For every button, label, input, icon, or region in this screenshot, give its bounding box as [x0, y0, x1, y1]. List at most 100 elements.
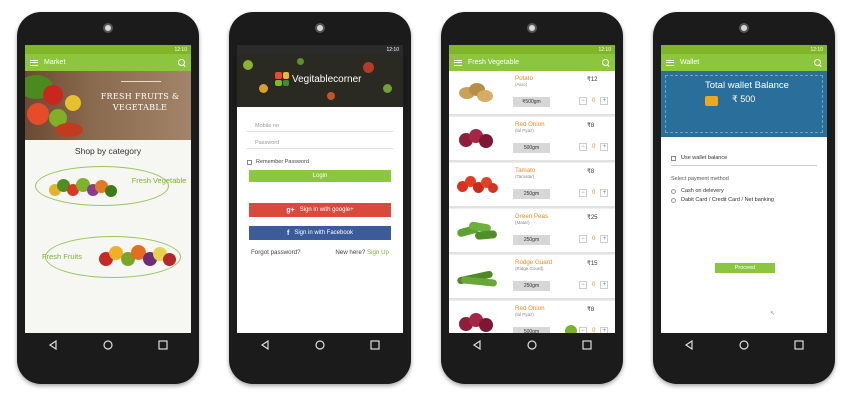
quantity-stepper[interactable]: − 0 +: [579, 97, 609, 105]
product-row[interactable]: Red Onion (lal Pyaz) ₹8 500gm − 0 +: [449, 301, 615, 333]
recents-icon[interactable]: [158, 340, 168, 350]
cod-option[interactable]: Cash on delevery: [671, 188, 817, 194]
wallet-balance-card: Total wallet Balance ₹ 500: [661, 71, 827, 137]
vegetable-pile-image[interactable]: [49, 176, 119, 200]
product-local-name: (Ridge Gourd): [515, 266, 544, 271]
home-icon[interactable]: [527, 340, 537, 350]
use-wallet-checkbox[interactable]: [671, 155, 676, 161]
quantity-stepper[interactable]: − 0 +: [579, 189, 609, 197]
product-local-name: (lal Pyaz): [515, 312, 534, 317]
wallet-balance-title: Total wallet Balance: [705, 80, 789, 91]
minus-button[interactable]: −: [579, 97, 587, 105]
cod-radio[interactable]: [671, 188, 676, 194]
product-name: Red Onion: [515, 305, 545, 312]
back-icon[interactable]: [48, 340, 58, 350]
remember-password-row[interactable]: Remember Password: [247, 159, 393, 165]
product-row[interactable]: Rodge Guard (Ridge Gourd) ₹15 250gm − 0 …: [449, 255, 615, 299]
search-icon[interactable]: [602, 58, 610, 67]
card-radio[interactable]: [671, 197, 676, 203]
product-row[interactable]: Tamato (Tamatar) ₹8 250gm − 0 +: [449, 163, 615, 207]
plus-button[interactable]: +: [600, 235, 609, 243]
forgot-password-link[interactable]: Forgot password?: [251, 249, 301, 256]
minus-button[interactable]: −: [579, 143, 587, 151]
password-input[interactable]: Password: [247, 132, 393, 149]
card-label: Dabit Card / Credit Card / Net banking: [681, 197, 774, 203]
recents-icon[interactable]: [370, 340, 380, 350]
wallet-icon: [705, 96, 718, 106]
hero-banner: FRESH FRUITS & VEGETABLE: [25, 71, 191, 140]
item-count: 0: [592, 282, 596, 288]
fruit-pile-image[interactable]: [99, 244, 179, 270]
product-local-name: (Tamatar): [515, 174, 535, 179]
quantity-stepper[interactable]: − 0 +: [579, 143, 609, 151]
red-onion-image: [457, 311, 497, 333]
product-price: ₹8: [587, 169, 595, 175]
item-count: 0: [592, 236, 596, 242]
facebook-signin-button[interactable]: f Sign in with Facebook: [249, 226, 391, 240]
banner-title: FRESH FRUITS & VEGETABLE: [100, 92, 180, 112]
product-local-name: (lal Pyaz): [515, 128, 534, 133]
plus-button[interactable]: +: [600, 189, 609, 197]
back-icon[interactable]: [472, 340, 482, 350]
menu-icon[interactable]: [30, 59, 38, 66]
search-icon[interactable]: [814, 58, 822, 67]
facebook-icon: f: [286, 229, 290, 237]
search-icon[interactable]: [178, 58, 186, 67]
quantity-stepper[interactable]: − 0 +: [579, 235, 609, 243]
red-onion-image: [457, 127, 497, 151]
quantity-select[interactable]: ₹500gm: [513, 97, 550, 107]
camera-icon: [739, 23, 749, 33]
new-here-label: New here?: [335, 249, 366, 256]
menu-icon[interactable]: [666, 59, 674, 66]
card-option[interactable]: Dabit Card / Credit Card / Net banking: [671, 197, 817, 203]
product-name: Potato: [515, 75, 533, 82]
cart-fab-icon[interactable]: [565, 325, 577, 333]
quantity-select[interactable]: 500gm: [513, 143, 550, 153]
minus-button[interactable]: −: [579, 189, 587, 197]
home-icon[interactable]: [315, 340, 325, 350]
menu-icon[interactable]: [454, 59, 462, 66]
back-icon[interactable]: [684, 340, 694, 350]
home-icon[interactable]: [103, 340, 113, 350]
product-row[interactable]: Potato (Aloo) ₹12 ₹500gm − 0 +: [449, 71, 615, 115]
logo-icon: [275, 72, 289, 86]
quantity-select[interactable]: 250gm: [513, 281, 550, 291]
product-price: ₹8: [587, 123, 595, 129]
plus-button[interactable]: +: [600, 143, 609, 151]
status-time: 12:10: [386, 46, 399, 53]
status-time: 12:10: [174, 46, 187, 53]
mobile-input[interactable]: Mobile no: [247, 115, 393, 132]
wallet-screen: 12:10 Wallet Total wallet Balance ₹ 500 …: [661, 45, 827, 333]
recents-icon[interactable]: [582, 340, 592, 350]
item-count: 0: [592, 98, 596, 104]
product-row[interactable]: Red Onion (lal Pyaz) ₹8 500gm − 0 +: [449, 117, 615, 161]
use-wallet-balance-row[interactable]: Use wallet balance: [671, 155, 817, 166]
plus-button[interactable]: +: [600, 281, 609, 289]
home-icon[interactable]: [739, 340, 749, 350]
category-vegetable[interactable]: Fresh Vegetable: [131, 176, 187, 185]
tomato-image: [457, 173, 498, 197]
recents-icon[interactable]: [794, 340, 804, 350]
item-count: 0: [592, 190, 596, 196]
back-icon[interactable]: [260, 340, 270, 350]
login-button[interactable]: Login: [249, 170, 391, 182]
use-wallet-label: Use wallet balance: [681, 155, 728, 161]
product-row[interactable]: Green Peas (Matar) ₹25 250gm − 0 +: [449, 209, 615, 253]
app-bar: Wallet: [661, 54, 827, 71]
page-title: Fresh Vegetable: [468, 59, 519, 66]
minus-button[interactable]: −: [579, 281, 587, 289]
brand-name: Vegitablecorner: [292, 73, 362, 85]
product-local-name: (Matar): [515, 220, 530, 225]
quantity-select[interactable]: 250gm: [513, 189, 550, 199]
quantity-select[interactable]: 250gm: [513, 235, 550, 245]
remember-checkbox[interactable]: [247, 159, 252, 165]
proceed-button[interactable]: Proceed: [715, 263, 775, 273]
minus-button[interactable]: −: [579, 235, 587, 243]
camera-icon: [527, 23, 537, 33]
google-signin-button[interactable]: g+ Sign in with google+: [249, 203, 391, 217]
signup-link[interactable]: Sign Up: [367, 249, 389, 256]
category-fruits[interactable]: Fresh Fruits: [37, 252, 87, 261]
plus-button[interactable]: +: [600, 97, 609, 105]
status-bar: 12:10: [449, 45, 615, 54]
quantity-stepper[interactable]: − 0 +: [579, 281, 609, 289]
